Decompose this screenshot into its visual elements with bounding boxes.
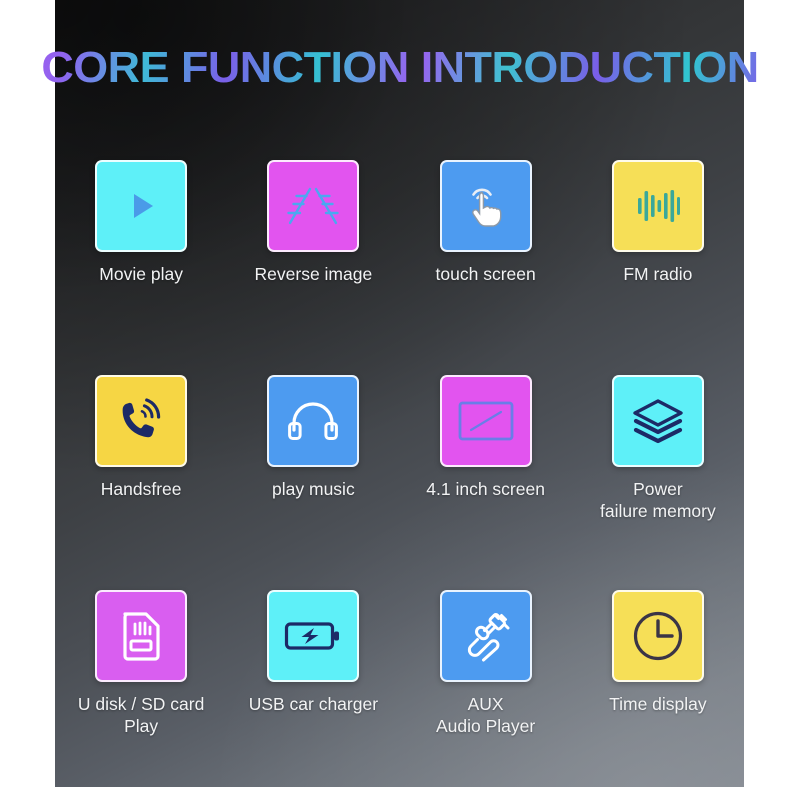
tile-screen-size[interactable] <box>439 375 532 467</box>
feature-label: Power failure memory <box>600 479 716 522</box>
tile-udisk-sdcard[interactable] <box>95 590 188 682</box>
tile-aux-audio-player[interactable] <box>439 590 532 682</box>
headphones-icon <box>286 399 340 443</box>
feature-item-aux-audio-player[interactable]: AUX Audio Player <box>400 520 572 736</box>
feature-item-time-display[interactable]: Time display <box>572 520 744 720</box>
feature-item-power-failure-memory[interactable]: Power failure memory <box>572 305 744 522</box>
feature-label: Time display <box>609 694 707 714</box>
feature-label: play music <box>272 479 355 499</box>
play-icon <box>119 184 163 228</box>
feature-label: AUX Audio Player <box>436 694 536 737</box>
feature-item-usb-charger[interactable]: USB car charger <box>227 520 399 720</box>
feature-item-touch-screen[interactable]: touch screen <box>400 160 572 305</box>
sound-wave-icon <box>634 182 682 230</box>
reverse-parking-lines-icon <box>284 183 342 229</box>
tile-play-music[interactable] <box>267 375 360 467</box>
feature-label: touch screen <box>435 264 536 284</box>
clock-icon <box>631 609 685 663</box>
battery-charging-icon <box>284 618 342 654</box>
feature-label: FM radio <box>623 264 693 284</box>
feature-item-handsfree[interactable]: Handsfree <box>55 305 227 520</box>
feature-label: Handsfree <box>100 479 182 499</box>
feature-label: Reverse image <box>254 264 373 284</box>
feature-item-movie-play[interactable]: Movie play <box>55 160 227 305</box>
feature-label: Movie play <box>99 264 183 284</box>
phone-call-icon <box>116 396 166 446</box>
feature-row-1: Movie play Reverse image touch screen FM… <box>55 160 744 305</box>
feature-item-fm-radio[interactable]: FM radio <box>572 160 744 305</box>
screen-icon <box>457 400 515 442</box>
tile-movie-play[interactable] <box>95 160 188 252</box>
tile-usb-charger[interactable] <box>267 590 360 682</box>
feature-label: 4.1 inch screen <box>426 479 545 499</box>
tile-touch-screen[interactable] <box>439 160 532 252</box>
page-title: CORE FUNCTION INTRODUCTION <box>0 46 800 90</box>
touch-hand-icon <box>460 180 512 232</box>
feature-label: USB car charger <box>248 694 379 714</box>
feature-item-udisk-sdcard[interactable]: U disk / SD card Play <box>55 520 227 736</box>
tile-time-display[interactable] <box>611 590 704 682</box>
tile-power-failure-memory[interactable] <box>611 375 704 467</box>
layers-stack-icon <box>632 397 684 445</box>
aux-plug-icon <box>460 610 512 662</box>
tile-fm-radio[interactable] <box>611 160 704 252</box>
tile-handsfree[interactable] <box>95 375 188 467</box>
feature-grid: Movie play Reverse image touch screen FM… <box>55 160 744 736</box>
feature-row-3: U disk / SD card Play USB car charger AU… <box>55 520 744 736</box>
tile-reverse-image[interactable] <box>267 160 360 252</box>
sd-card-icon <box>119 610 163 662</box>
feature-label: U disk / SD card Play <box>77 694 205 737</box>
feature-item-screen-size[interactable]: 4.1 inch screen <box>400 305 572 520</box>
feature-item-play-music[interactable]: play music <box>227 305 399 520</box>
feature-row-2: Handsfree play music 4.1 inch screen Pow… <box>55 305 744 522</box>
feature-item-reverse-image[interactable]: Reverse image <box>227 160 399 305</box>
feature-introduction-poster: CORE FUNCTION INTRODUCTION Movie play Re… <box>0 0 800 800</box>
